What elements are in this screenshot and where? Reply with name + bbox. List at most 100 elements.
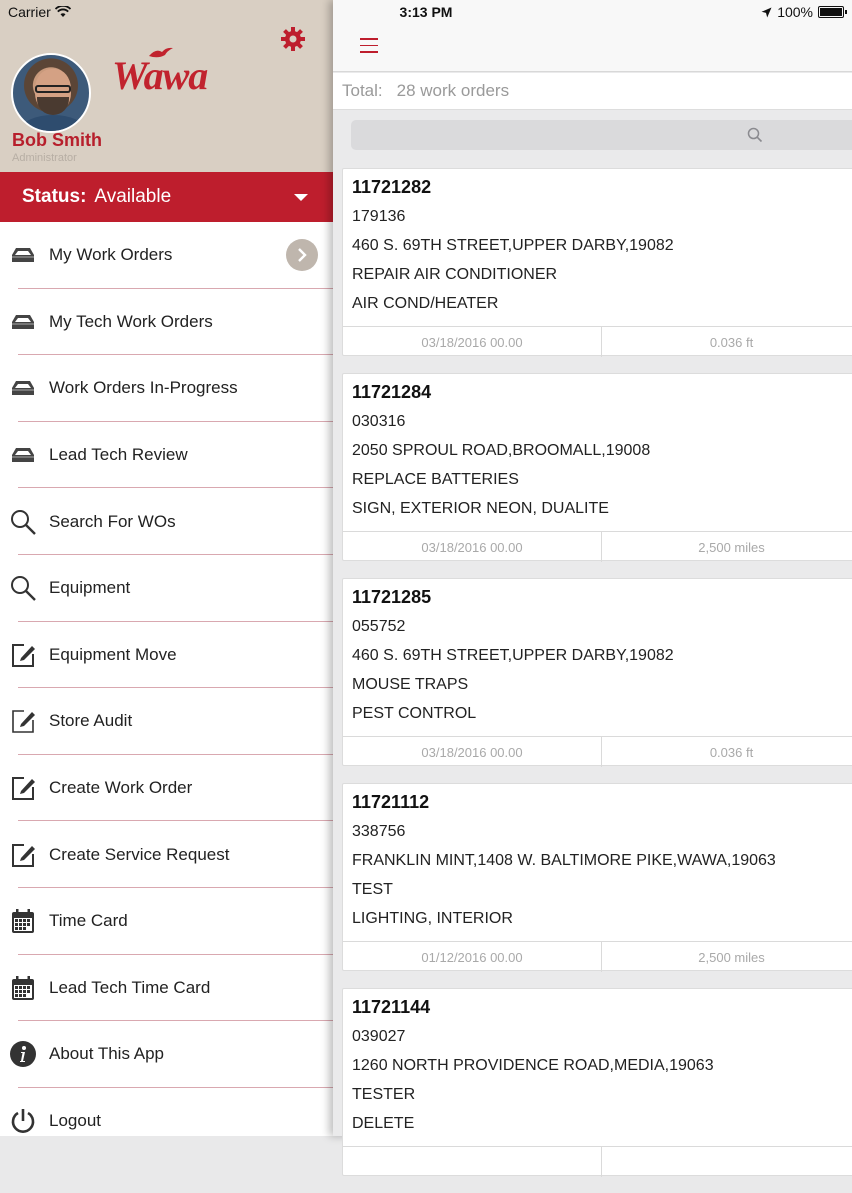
distance: 2,500 miles <box>698 539 765 555</box>
avatar <box>11 53 91 133</box>
availability-status-dropdown[interactable]: Status: Available <box>0 172 333 222</box>
card-footer: 03/18/2016 00.00 2,500 miles <box>343 531 852 562</box>
date: 03/18/2016 00.00 <box>343 327 603 357</box>
status-bar-right: 100% <box>761 4 847 20</box>
work-orders-panel: Total: 28 work orders 11721282 179136 46… <box>333 0 852 1177</box>
total-value: 28 work orders <box>396 81 510 100</box>
settings-gear-icon[interactable] <box>280 26 306 52</box>
availability-label: Status: <box>22 186 87 207</box>
inbox-icon <box>12 248 34 263</box>
edit-icon <box>12 843 35 867</box>
menu-item-equipment[interactable]: Equipment <box>0 555 333 622</box>
caret-down-icon <box>294 194 308 201</box>
search-icon <box>11 509 36 535</box>
work-order-list: 11721282 179136 460 S. 69TH STREET,UPPER… <box>342 168 852 1193</box>
equipment: AIR COND/HEATER <box>352 295 499 312</box>
menu-item-my-work-orders[interactable]: My Work Orders <box>0 222 333 289</box>
work-order-card[interactable]: 11721282 179136 460 S. 69TH STREET,UPPER… <box>342 168 852 357</box>
search-icon <box>11 576 36 602</box>
problem: REPAIR AIR CONDITIONER <box>352 266 558 283</box>
ios-status-bar: Carrier 3:13 PM 100% <box>0 0 852 24</box>
work-order-card[interactable]: 11721285 055752 460 S. 69TH STREET,UPPER… <box>342 578 852 767</box>
problem: TESTER <box>352 1086 416 1103</box>
menu-item-lead-tech-time-card[interactable]: Lead Tech Time Card <box>0 955 333 1022</box>
work-order-number: 11721144 <box>352 997 431 1017</box>
user-name: Bob Smith <box>12 130 102 150</box>
equipment: SIGN, EXTERIOR NEON, DUALITE <box>352 500 609 517</box>
card-footer: 01/12/2016 00.00 2,500 miles <box>343 941 852 972</box>
hamburger-menu-icon[interactable] <box>360 38 378 53</box>
menu-item-time-card[interactable]: Time Card <box>0 888 333 955</box>
menu-item-create-work-order[interactable]: Create Work Order <box>0 755 333 822</box>
inbox-icon <box>12 381 34 396</box>
date <box>343 1147 603 1177</box>
work-order-number: 11721284 <box>352 382 432 402</box>
work-order-number: 11721285 <box>352 587 432 607</box>
clock: 3:13 PM <box>399 4 453 20</box>
work-order-number: 11721112 <box>352 792 430 812</box>
address: 1260 NORTH PROVIDENCE ROAD,MEDIA,19063 <box>352 1057 714 1074</box>
menu-item-work-orders-in-progress[interactable]: Work Orders In-Progress <box>0 355 333 422</box>
store-number: 179136 <box>352 208 406 225</box>
battery-percent: 100% <box>777 4 813 20</box>
menu-item-equipment-move[interactable]: Equipment Move <box>0 622 333 689</box>
edit-icon <box>12 643 35 667</box>
problem: REPLACE BATTERIES <box>352 471 519 488</box>
search-input[interactable] <box>351 120 852 150</box>
work-order-number: 11721282 <box>352 177 432 197</box>
equipment: LIGHTING, INTERIOR <box>352 910 513 927</box>
total-label: Total: <box>342 81 383 100</box>
work-order-card[interactable]: 11721284 030316 2050 SPROUL ROAD,BROOMAL… <box>342 373 852 562</box>
availability-value: Available <box>94 186 172 207</box>
user-role: Administrator <box>12 152 77 164</box>
date: 03/18/2016 00.00 <box>343 532 603 562</box>
search-bar[interactable] <box>351 120 852 150</box>
info-icon <box>10 1041 36 1068</box>
date: 01/12/2016 00.00 <box>343 942 603 972</box>
address: 2050 SPROUL ROAD,BROOMALL,19008 <box>352 442 651 459</box>
store-number: 338756 <box>352 823 406 840</box>
menu-item-about-this-app[interactable]: About This App <box>0 1021 333 1088</box>
chevron-right-button[interactable] <box>286 239 318 272</box>
work-order-card[interactable]: 11721144 039027 1260 NORTH PROVIDENCE RO… <box>342 988 852 1177</box>
total-summary: Total: 28 work orders <box>333 73 852 110</box>
menu-item-my-tech-work-orders[interactable]: My Tech Work Orders <box>0 289 333 356</box>
store-number: 055752 <box>352 618 406 635</box>
distance: 0.036 ft <box>709 334 754 350</box>
address: 460 S. 69TH STREET,UPPER DARBY,19082 <box>352 647 674 664</box>
address: FRANKLIN MINT,1408 W. BALTIMORE PIKE,WAW… <box>352 852 776 869</box>
location-arrow-icon <box>761 7 772 17</box>
distance: 2,500 miles <box>698 949 765 965</box>
search-icon <box>747 127 763 143</box>
menu-item-logout[interactable]: Logout <box>0 1088 333 1155</box>
edit-icon <box>12 777 35 801</box>
inbox-icon <box>12 314 34 329</box>
calendar-icon <box>12 909 34 934</box>
chevron-right-icon <box>298 248 307 263</box>
inbox-icon <box>12 448 34 463</box>
wawa-logo: Wawa <box>112 47 208 99</box>
problem: MOUSE TRAPS <box>352 676 469 693</box>
side-menu: Wawa Bob Smith Administrator Status: Ava… <box>0 0 333 1136</box>
menu-item-store-audit[interactable]: Store Audit <box>0 688 333 755</box>
card-footer: 03/18/2016 00.00 0.036 ft <box>343 736 852 767</box>
battery-icon <box>818 6 847 18</box>
menu-list: My Work Orders My Tech Work Orders Work … <box>0 222 333 1154</box>
card-footer <box>343 1146 852 1177</box>
power-icon <box>11 1109 35 1133</box>
address: 460 S. 69TH STREET,UPPER DARBY,19082 <box>352 237 674 254</box>
calendar-icon <box>12 975 34 1000</box>
store-number: 030316 <box>352 413 406 430</box>
date: 03/18/2016 00.00 <box>343 737 603 767</box>
distance: 0.036 ft <box>709 744 754 760</box>
store-number: 039027 <box>352 1028 406 1045</box>
work-order-card[interactable]: 11721112 338756 FRANKLIN MINT,1408 W. BA… <box>342 783 852 972</box>
distance <box>602 1147 852 1177</box>
menu-item-create-service-request[interactable]: Create Service Request <box>0 821 333 888</box>
goose-icon <box>149 47 173 58</box>
equipment: DELETE <box>352 1115 415 1132</box>
menu-item-lead-tech-review[interactable]: Lead Tech Review <box>0 422 333 489</box>
edit-icon <box>12 710 35 734</box>
equipment: PEST CONTROL <box>352 705 477 722</box>
menu-item-search-for-wos[interactable]: Search For WOs <box>0 488 333 555</box>
